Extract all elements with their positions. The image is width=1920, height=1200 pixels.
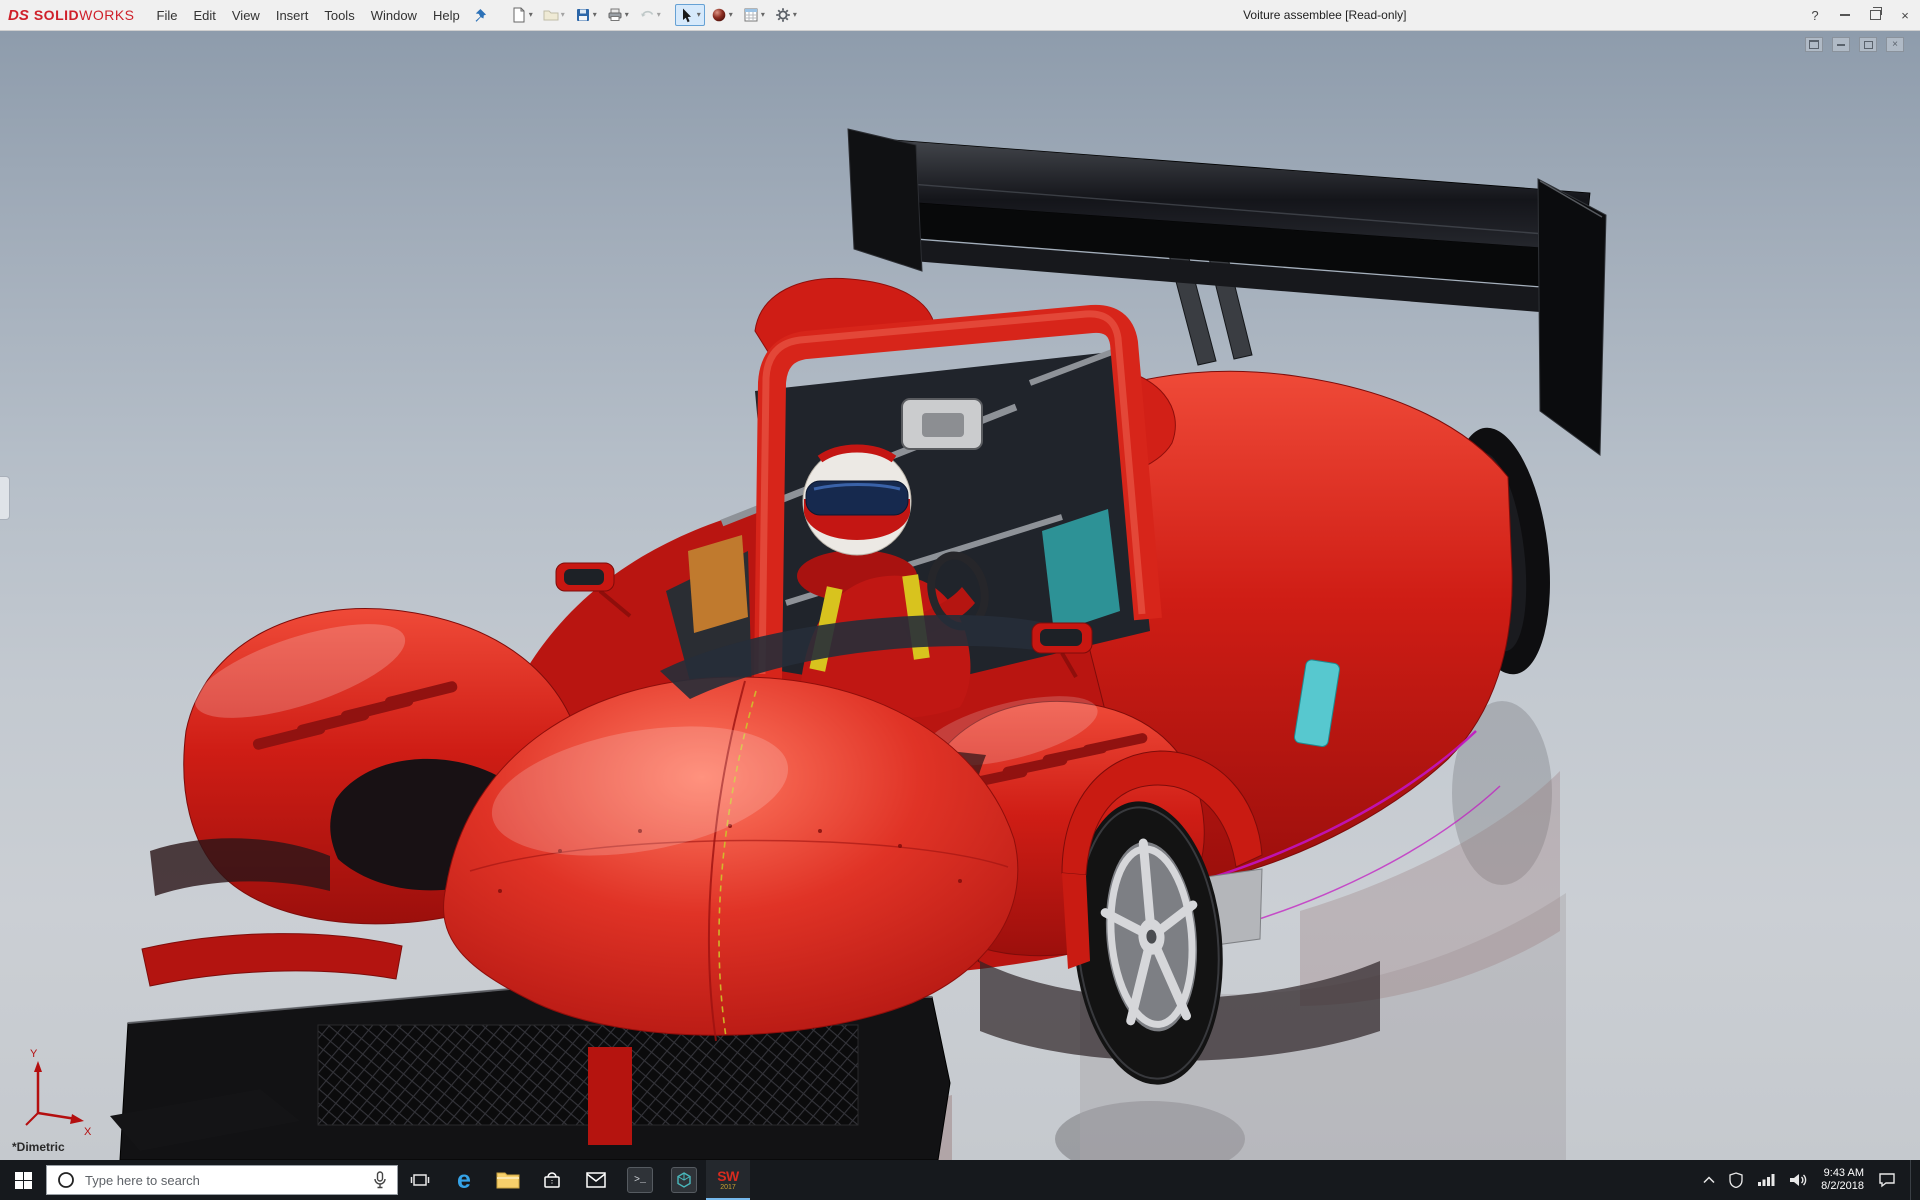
search-input[interactable] <box>83 1171 365 1189</box>
open-document-icon[interactable]: ▾ <box>539 4 569 26</box>
brand-text: SOLIDWORKS <box>33 7 135 23</box>
store-icon[interactable] <box>530 1160 574 1200</box>
print-icon[interactable]: ▾ <box>603 4 633 26</box>
cortana-icon[interactable] <box>57 1171 75 1189</box>
task-view-button[interactable] <box>398 1160 442 1200</box>
clock-date: 8/2/2018 <box>1821 1180 1864 1192</box>
solidworks-taskbar-icon[interactable]: SW 2017 <box>706 1160 750 1200</box>
orange-interior-panel[interactable] <box>688 535 748 633</box>
driver-helmet[interactable] <box>802 444 912 556</box>
document-window-controls: × <box>1805 37 1904 52</box>
mail-icon[interactable] <box>574 1160 618 1200</box>
3d-viewer-icon[interactable] <box>662 1160 706 1200</box>
pin-menu-icon[interactable] <box>472 8 487 23</box>
help-button[interactable]: ? <box>1800 0 1830 31</box>
triad-x-label: X <box>84 1126 92 1138</box>
document-title: Voiture assemblee [Read-only] <box>1243 8 1407 22</box>
menu-window[interactable]: Window <box>363 0 425 31</box>
system-tray: 9:43 AM 8/2/2018 <box>1703 1160 1920 1200</box>
undo-icon[interactable]: ▾ <box>635 4 665 26</box>
doc-restore-icon[interactable] <box>1859 37 1877 52</box>
restore-button[interactable] <box>1860 0 1890 31</box>
options-gear-icon[interactable]: ▾ <box>771 4 801 26</box>
evaluate-sheet-icon[interactable]: ▾ <box>739 4 769 26</box>
doc-minimize-icon[interactable] <box>1832 37 1850 52</box>
save-icon[interactable]: ▾ <box>571 4 601 26</box>
menu-edit[interactable]: Edit <box>185 0 223 31</box>
teal-interior-panel[interactable] <box>1042 509 1120 633</box>
panel-flyout-tab[interactable] <box>0 476 10 520</box>
windows-taskbar: e >_ SW2017 9:43 AM 8/2/2018 <box>0 1160 1920 1200</box>
volume-icon[interactable] <box>1789 1172 1807 1188</box>
appearance-sphere-icon[interactable]: ▾ <box>707 4 737 26</box>
menu-help[interactable]: Help <box>425 0 468 31</box>
tray-chevron-icon[interactable] <box>1703 1176 1715 1184</box>
viewport-canvas[interactable]: Y X <box>0 31 1920 1160</box>
show-desktop-button[interactable] <box>1910 1160 1916 1200</box>
window-controls: ? × <box>1800 0 1920 30</box>
view-orientation-label: *Dimetric <box>12 1140 65 1154</box>
doc-close-icon[interactable]: × <box>1886 37 1904 52</box>
menu-view[interactable]: View <box>224 0 268 31</box>
new-document-icon[interactable]: ▾ <box>507 4 537 26</box>
main-menu: File Edit View Insert Tools Window Help <box>149 0 468 30</box>
menu-insert[interactable]: Insert <box>268 0 317 31</box>
selection-toolbar: ▾ ▾ ▾ ▾ <box>674 4 801 26</box>
taskbar-search[interactable] <box>46 1165 398 1195</box>
start-button[interactable] <box>0 1160 46 1200</box>
orientation-triad: Y X <box>25 1048 92 1138</box>
solidworks-logo: DS SOLIDWORKS <box>0 7 149 24</box>
action-center-icon[interactable] <box>1878 1172 1896 1188</box>
triad-y-label: Y <box>30 1048 38 1060</box>
doc-dock-icon[interactable] <box>1805 37 1823 52</box>
close-button[interactable]: × <box>1890 0 1920 31</box>
select-arrow-icon[interactable]: ▾ <box>674 4 705 26</box>
minimize-button[interactable] <box>1830 0 1860 31</box>
taskbar-clock[interactable]: 9:43 AM 8/2/2018 <box>1821 1167 1864 1193</box>
dassault-logo-icon: DS <box>8 6 29 24</box>
menu-file[interactable]: File <box>149 0 186 31</box>
file-explorer-icon[interactable] <box>486 1160 530 1200</box>
standard-toolbar: ▾ ▾ ▾ ▾ ▾ <box>507 4 665 26</box>
microphone-icon[interactable] <box>373 1171 387 1189</box>
graphics-viewport[interactable]: Y X *Dimetric × <box>0 31 1920 1160</box>
menu-bar: DS SOLIDWORKS File Edit View Insert Tool… <box>0 0 1920 31</box>
clock-time: 9:43 AM <box>1823 1167 1864 1179</box>
shield-icon[interactable] <box>1729 1172 1743 1188</box>
menu-tools[interactable]: Tools <box>316 0 362 31</box>
edge-icon[interactable]: e <box>442 1160 486 1200</box>
terminal-icon[interactable]: >_ <box>618 1160 662 1200</box>
network-icon[interactable] <box>1757 1173 1775 1187</box>
